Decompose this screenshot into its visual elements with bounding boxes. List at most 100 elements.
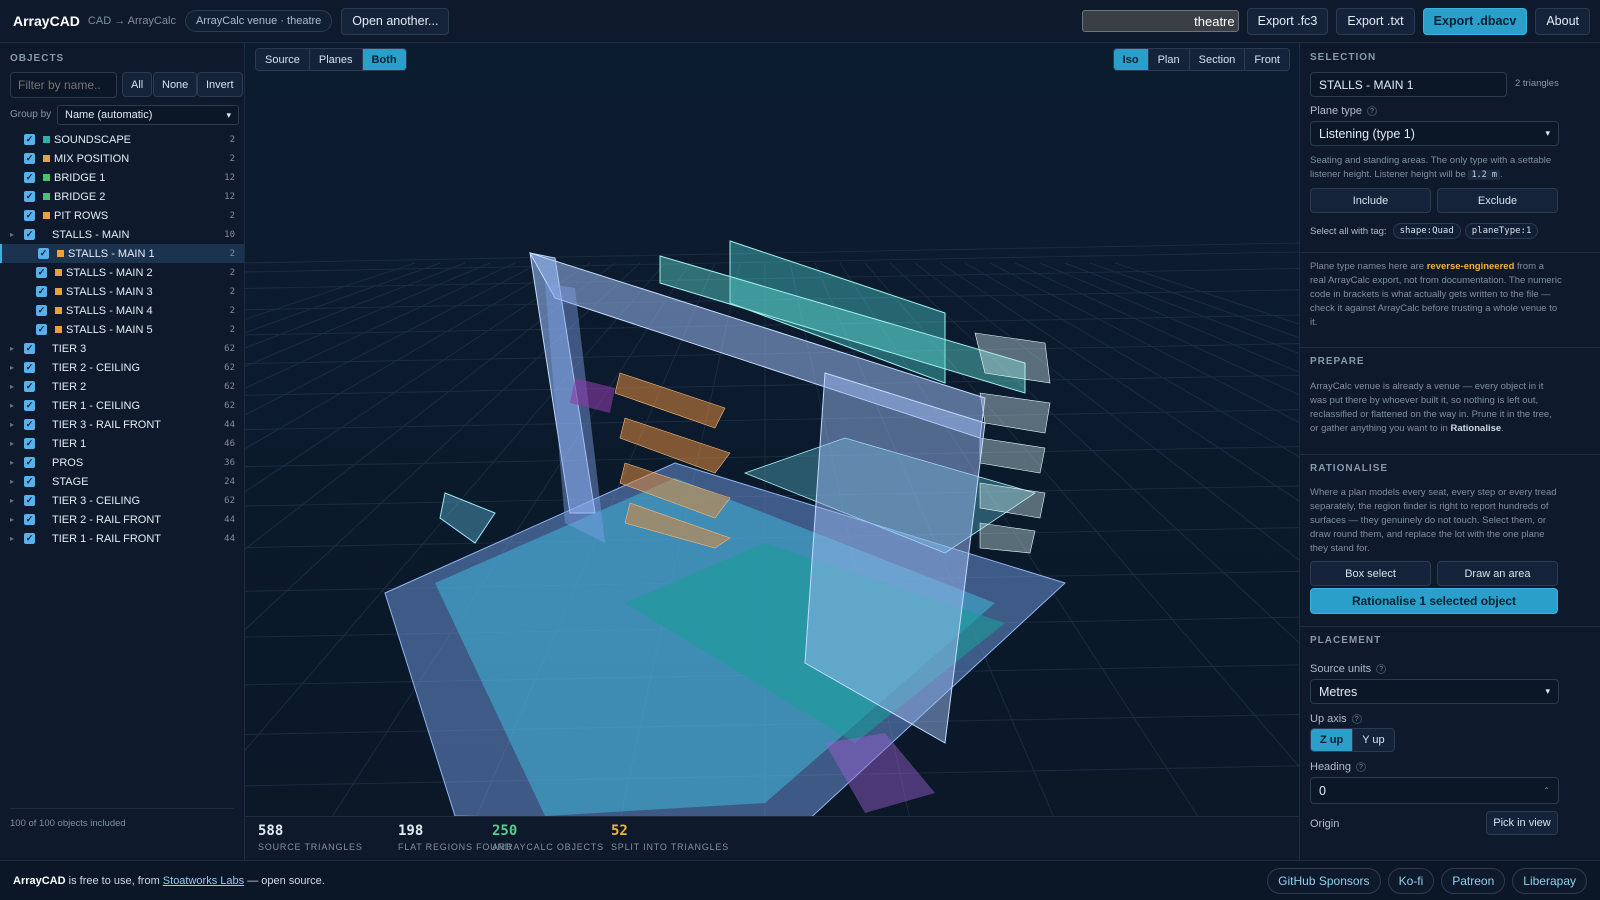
include-checkbox[interactable]: ✓ [24, 495, 35, 506]
layer-planes-button[interactable]: Planes [309, 49, 363, 70]
layer-source-button[interactable]: Source [256, 49, 310, 70]
tree-item[interactable]: ▸ ✓ STALLS - MAIN 10 [0, 225, 244, 244]
export-fc3-button[interactable]: Export .fc3 [1246, 7, 1329, 35]
about-button[interactable]: About [1535, 7, 1590, 35]
tree-item[interactable]: ✓ BRIDGE 1 12 [0, 168, 244, 187]
patreon-button[interactable]: Patreon [1441, 867, 1506, 894]
tree-item[interactable]: ✓ SOUNDSCAPE 2 [0, 130, 244, 149]
tree-item[interactable]: ▸ ✓ TIER 2 - RAIL FRONT 44 [0, 510, 244, 529]
layer-both-button[interactable]: Both [362, 49, 406, 70]
tree-item[interactable]: ▸ ✓ TIER 2 62 [0, 377, 244, 396]
view-section-button[interactable]: Section [1189, 49, 1246, 70]
tree-item[interactable]: ✓ STALLS - MAIN 5 2 [0, 320, 244, 339]
stoatworks-link[interactable]: Stoatworks Labs [163, 875, 244, 887]
rationalise-button[interactable]: Rationalise 1 selected object [1310, 588, 1558, 614]
open-another-button[interactable]: Open another... [341, 7, 450, 35]
include-checkbox[interactable]: ✓ [24, 514, 35, 525]
github-sponsors-button[interactable]: GitHub Sponsors [1267, 867, 1381, 894]
expand-caret-icon[interactable]: ▸ [10, 420, 14, 429]
expand-caret-icon[interactable]: ▸ [10, 496, 14, 505]
z-up-button[interactable]: Z up [1311, 729, 1354, 751]
tree-item[interactable]: ✓ PIT ROWS 2 [0, 206, 244, 225]
box-select-button[interactable]: Box select [1310, 561, 1431, 586]
expand-caret-icon[interactable]: ▸ [10, 401, 14, 410]
view-iso-button[interactable]: Iso [1113, 49, 1149, 70]
include-button[interactable]: Include [1310, 188, 1431, 213]
select-none-button[interactable]: None [153, 72, 198, 97]
include-checkbox[interactable]: ✓ [24, 172, 35, 183]
tree-item[interactable]: ▸ ✓ TIER 2 - CEILING 62 [0, 358, 244, 377]
tree-item[interactable]: ✓ BRIDGE 2 12 [0, 187, 244, 206]
include-checkbox[interactable]: ✓ [24, 438, 35, 449]
tree-item[interactable]: ▸ ✓ TIER 3 62 [0, 339, 244, 358]
y-up-button[interactable]: Y up [1353, 729, 1394, 751]
expand-caret-icon[interactable]: ▸ [10, 230, 14, 239]
filter-input[interactable] [10, 72, 117, 98]
export-dbacv-button[interactable]: Export .dbacv [1422, 7, 1528, 35]
exclude-button[interactable]: Exclude [1437, 188, 1558, 213]
expand-caret-icon[interactable]: ▸ [10, 439, 14, 448]
include-checkbox[interactable]: ✓ [24, 134, 35, 145]
help-icon[interactable]: ? [1376, 664, 1387, 675]
include-checkbox[interactable]: ✓ [24, 153, 35, 164]
include-checkbox[interactable]: ✓ [24, 362, 35, 373]
tree-item[interactable]: ▸ ✓ TIER 3 - RAIL FRONT 44 [0, 415, 244, 434]
help-icon[interactable]: ? [1351, 714, 1362, 725]
top-bar: ArrayCAD CAD → ArrayCalc ArrayCalc venue… [0, 0, 1600, 43]
tree-item[interactable]: ✓ STALLS - MAIN 3 2 [0, 282, 244, 301]
tag-shape-quad[interactable]: shape:Quad [1392, 223, 1461, 239]
view-plan-button[interactable]: Plan [1148, 49, 1190, 70]
include-checkbox[interactable]: ✓ [24, 457, 35, 468]
tree-item[interactable]: ▸ ✓ STAGE 24 [0, 472, 244, 491]
heading-input[interactable]: 0 ⌃ [1310, 777, 1559, 804]
include-checkbox[interactable]: ✓ [36, 324, 47, 335]
plane-type-select[interactable]: Listening (type 1) ▾ [1310, 121, 1559, 146]
expand-caret-icon[interactable]: ▸ [10, 515, 14, 524]
expand-caret-icon[interactable]: ▸ [10, 363, 14, 372]
tag-plane-type[interactable]: planeType:1 [1464, 223, 1539, 239]
select-all-button[interactable]: All [122, 72, 153, 97]
include-checkbox[interactable]: ✓ [36, 305, 47, 316]
include-checkbox[interactable]: ✓ [24, 381, 35, 392]
stepper-icon[interactable]: ⌃ [1543, 786, 1550, 795]
include-checkbox[interactable]: ✓ [24, 476, 35, 487]
tree-item[interactable]: ✓ STALLS - MAIN 4 2 [0, 301, 244, 320]
export-txt-button[interactable]: Export .txt [1336, 7, 1415, 35]
help-icon[interactable]: ? [1366, 106, 1377, 117]
tree-item[interactable]: ✓ STALLS - MAIN 2 2 [0, 263, 244, 282]
tree-item[interactable]: ✓ MIX POSITION 2 [0, 149, 244, 168]
include-checkbox[interactable]: ✓ [24, 191, 35, 202]
view-front-button[interactable]: Front [1245, 49, 1289, 70]
expand-caret-icon[interactable]: ▸ [10, 458, 14, 467]
tree-item[interactable]: ▸ ✓ TIER 3 - CEILING 62 [0, 491, 244, 510]
include-checkbox[interactable]: ✓ [24, 419, 35, 430]
include-checkbox[interactable]: ✓ [36, 286, 47, 297]
tree-item[interactable]: ▸ ✓ TIER 1 46 [0, 434, 244, 453]
expand-caret-icon[interactable]: ▸ [10, 477, 14, 486]
tree-item[interactable]: ✓ STALLS - MAIN 1 2 [0, 244, 244, 263]
tree-item[interactable]: ▸ ✓ PROS 36 [0, 453, 244, 472]
invert-selection-button[interactable]: Invert [197, 72, 243, 97]
include-checkbox[interactable]: ✓ [24, 210, 35, 221]
include-checkbox[interactable]: ✓ [38, 248, 49, 259]
expand-caret-icon[interactable]: ▸ [10, 344, 14, 353]
selection-name-field[interactable]: STALLS - MAIN 1 [1310, 72, 1507, 97]
draw-area-button[interactable]: Draw an area [1437, 561, 1558, 586]
include-checkbox[interactable]: ✓ [24, 229, 35, 240]
include-checkbox[interactable]: ✓ [24, 343, 35, 354]
expand-caret-icon[interactable]: ▸ [10, 382, 14, 391]
help-icon[interactable]: ? [1355, 762, 1366, 773]
kofi-button[interactable]: Ko-fi [1387, 867, 1435, 894]
include-checkbox[interactable]: ✓ [36, 267, 47, 278]
include-checkbox[interactable]: ✓ [24, 400, 35, 411]
expand-caret-icon[interactable]: ▸ [10, 534, 14, 543]
tree-item[interactable]: ▸ ✓ TIER 1 - CEILING 62 [0, 396, 244, 415]
3d-viewport[interactable]: Source Planes Both Iso Plan Section Fron… [245, 43, 1299, 816]
source-units-select[interactable]: Metres ▾ [1310, 679, 1559, 704]
include-checkbox[interactable]: ✓ [24, 533, 35, 544]
pick-in-view-button[interactable]: Pick in view [1486, 811, 1558, 835]
liberapay-button[interactable]: Liberapay [1512, 867, 1587, 894]
group-by-select[interactable]: Name (automatic) ▾ [57, 105, 239, 125]
tree-item[interactable]: ▸ ✓ TIER 1 - RAIL FRONT 44 [0, 529, 244, 548]
search-input[interactable] [1081, 10, 1239, 32]
